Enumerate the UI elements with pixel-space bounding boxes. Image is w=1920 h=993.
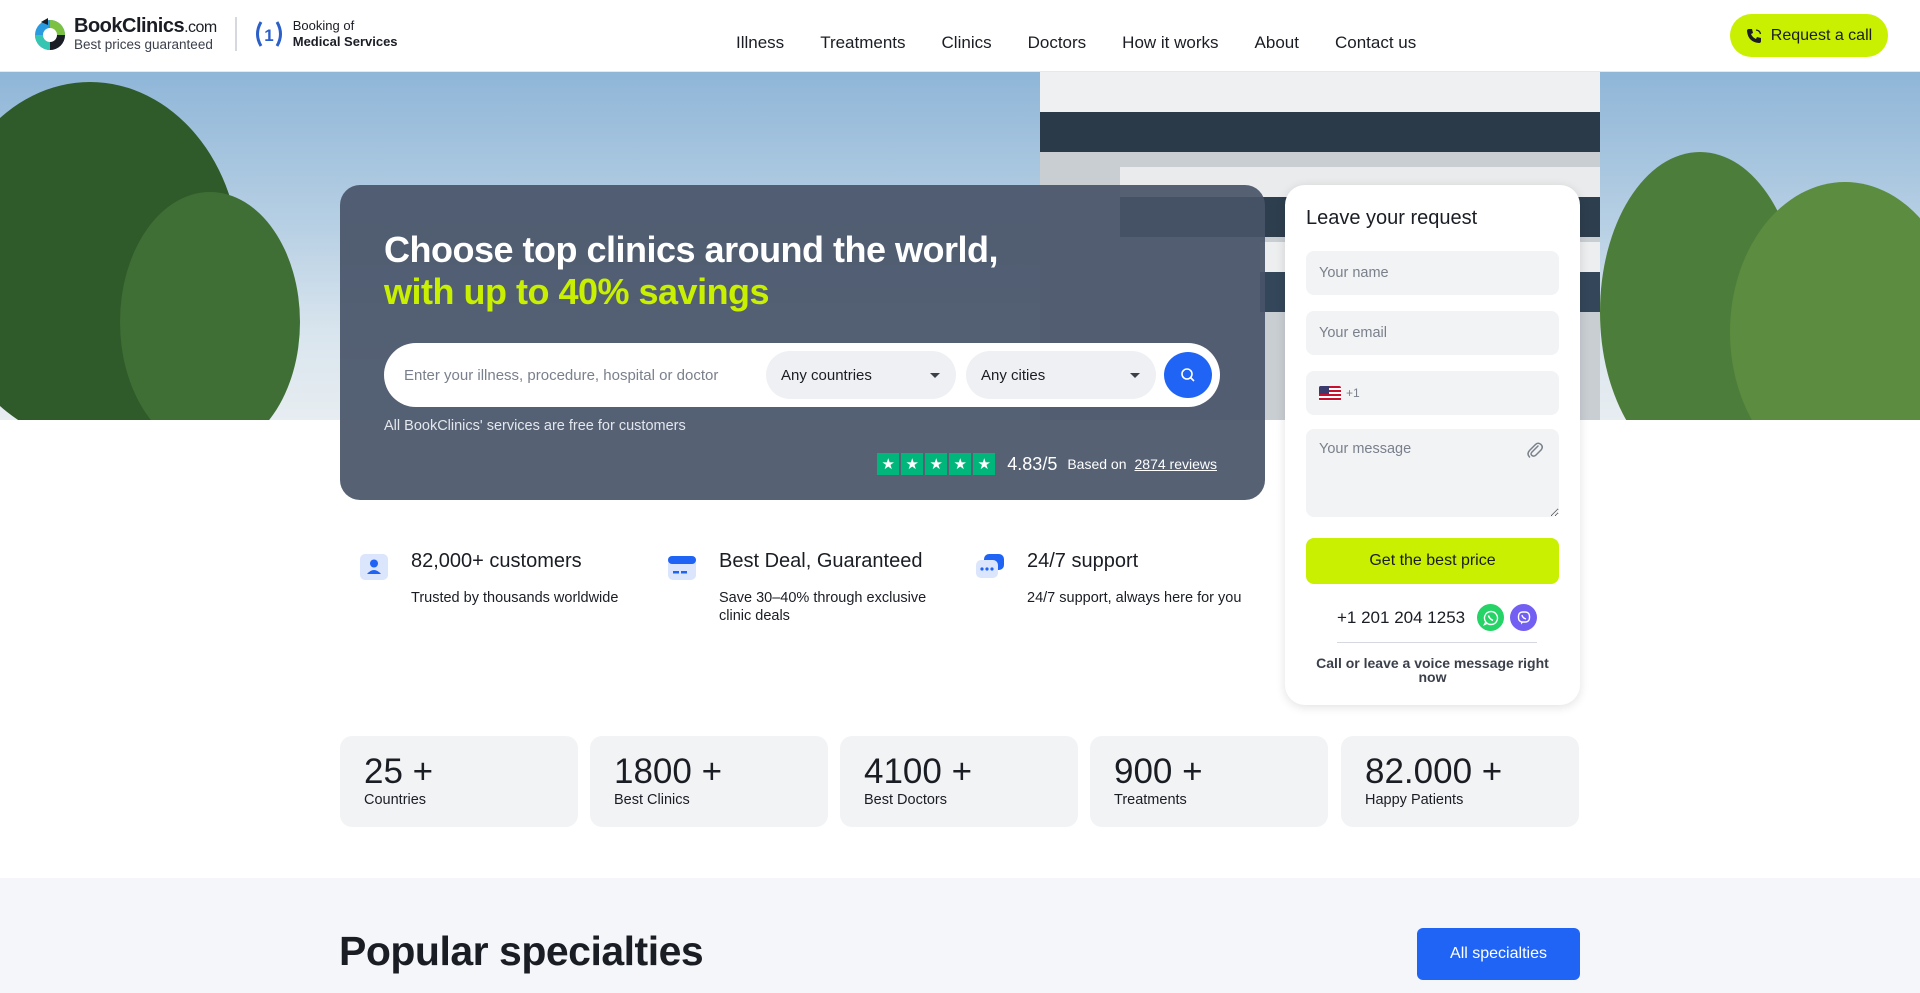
message-field[interactable] bbox=[1306, 429, 1559, 517]
feature-title: 82,000+ customers bbox=[411, 550, 582, 572]
star-icon: ★ bbox=[925, 453, 948, 475]
logo-divider bbox=[234, 17, 237, 51]
stat-label: Best Doctors bbox=[864, 792, 947, 808]
nav-illness[interactable]: Illness bbox=[736, 33, 784, 53]
reviews-link[interactable]: 2874 reviews bbox=[1135, 456, 1218, 472]
contact-phone-number[interactable]: +1 201 204 1253 bbox=[1337, 608, 1465, 628]
stat-label: Best Clinics bbox=[614, 792, 690, 808]
award-line2: Medical Services bbox=[292, 34, 398, 49]
nav-treatments[interactable]: Treatments bbox=[820, 33, 905, 53]
stat-value: 1800 + bbox=[614, 752, 723, 791]
feature-title: Best Deal, Guaranteed bbox=[719, 550, 923, 572]
stat-countries: 25 + Countries bbox=[340, 736, 578, 827]
viber-icon[interactable] bbox=[1510, 604, 1538, 631]
rating-value: 4.83/5 bbox=[1007, 453, 1058, 474]
chevron-down-icon bbox=[930, 373, 940, 378]
request-form: Leave your request +1 Get the best price… bbox=[1285, 185, 1580, 705]
feature-desc: Save 30–40% through exclusive clinic dea… bbox=[719, 590, 927, 624]
chevron-down-icon bbox=[1130, 373, 1140, 378]
whatsapp-icon[interactable] bbox=[1477, 604, 1505, 631]
stat-label: Countries bbox=[364, 792, 427, 808]
stat-value: 4100 + bbox=[864, 752, 973, 791]
city-select-value: Any cities bbox=[981, 366, 1046, 384]
rating-based-on: Based on bbox=[1067, 456, 1127, 472]
search-input[interactable] bbox=[404, 343, 764, 407]
search-bar: Any countries Any cities bbox=[384, 343, 1220, 407]
feature-desc: 24/7 support, always here for you bbox=[1027, 590, 1242, 606]
name-field[interactable] bbox=[1306, 251, 1559, 295]
email-field[interactable] bbox=[1306, 311, 1559, 355]
request-call-button[interactable]: Request a call bbox=[1730, 14, 1888, 57]
voice-message-note: Call or leave a voice message right now bbox=[1316, 655, 1549, 685]
trustpilot-rating: ★ ★ ★ ★ ★ 4.83/5 Based on 2874 reviews bbox=[877, 453, 1217, 475]
logo-tagline: Best prices guaranteed bbox=[74, 37, 213, 53]
award-line1: Booking of bbox=[292, 17, 355, 33]
city-select[interactable]: Any cities bbox=[966, 351, 1156, 399]
card-icon bbox=[668, 556, 696, 580]
get-best-price-button[interactable]: Get the best price bbox=[1306, 538, 1559, 584]
nav-doctors[interactable]: Doctors bbox=[1028, 33, 1087, 53]
form-divider bbox=[1337, 642, 1537, 643]
user-icon bbox=[360, 554, 388, 580]
star-icon: ★ bbox=[901, 453, 924, 475]
contact-phone-line: +1 201 204 1253 bbox=[1337, 604, 1543, 631]
rating-stars: ★ ★ ★ ★ ★ bbox=[877, 453, 997, 475]
site-header: BookClinics.com Best prices guaranteed 1… bbox=[0, 0, 1920, 72]
stat-label: Treatments bbox=[1114, 792, 1187, 808]
star-icon: ★ bbox=[877, 453, 900, 475]
paperclip-icon[interactable] bbox=[1525, 439, 1543, 459]
stat-patients: 82.000 + Happy Patients bbox=[1341, 736, 1579, 827]
country-select[interactable]: Any countries bbox=[766, 351, 956, 399]
all-specialties-button[interactable]: All specialties bbox=[1417, 928, 1580, 980]
phone-country-code: +1 bbox=[1346, 386, 1360, 400]
award-rank: 1 bbox=[264, 26, 273, 45]
main-nav: Illness Treatments Clinics Doctors How i… bbox=[736, 33, 1452, 53]
feature-desc: Trusted by thousands worldwide bbox=[411, 590, 619, 606]
logo[interactable]: BookClinics.com Best prices guaranteed 1… bbox=[32, 16, 398, 52]
nav-contact-us[interactable]: Contact us bbox=[1335, 33, 1416, 53]
search-button[interactable] bbox=[1164, 352, 1212, 398]
feature-title: 24/7 support bbox=[1027, 550, 1139, 572]
request-call-label: Request a call bbox=[1770, 26, 1873, 44]
star-icon: ★ bbox=[973, 453, 996, 475]
popular-specialties-section: Popular specialties All specialties bbox=[0, 878, 1920, 993]
chat-icon bbox=[976, 554, 1004, 578]
stat-value: 900 + bbox=[1114, 752, 1203, 791]
stat-value: 82.000 + bbox=[1365, 752, 1503, 791]
hero-title-line1: Choose top clinics around the world, bbox=[384, 229, 999, 270]
hero-title: Choose top clinics around the world, wit… bbox=[384, 229, 999, 313]
bookclinics-logo-icon bbox=[35, 18, 65, 50]
section-title: Popular specialties bbox=[339, 928, 704, 974]
nav-clinics[interactable]: Clinics bbox=[942, 33, 992, 53]
form-title: Leave your request bbox=[1306, 207, 1478, 229]
stat-doctors: 4100 + Best Doctors bbox=[840, 736, 1078, 827]
logo-name: BookClinics.com bbox=[74, 15, 217, 38]
nav-about[interactable]: About bbox=[1255, 33, 1299, 53]
phone-icon bbox=[1746, 28, 1761, 43]
stat-label: Happy Patients bbox=[1365, 792, 1464, 808]
nav-how-it-works[interactable]: How it works bbox=[1122, 33, 1218, 53]
hero-title-line2: with up to 40% savings bbox=[384, 271, 770, 312]
us-flag-icon[interactable] bbox=[1319, 385, 1341, 401]
free-services-note: All BookClinics' services are free for c… bbox=[384, 418, 686, 434]
stat-value: 25 + bbox=[364, 752, 434, 791]
phone-field[interactable]: +1 bbox=[1306, 371, 1559, 415]
stat-treatments: 900 + Treatments bbox=[1090, 736, 1328, 827]
laurel-award-icon: 1 bbox=[255, 21, 282, 47]
stat-clinics: 1800 + Best Clinics bbox=[590, 736, 828, 827]
country-select-value: Any countries bbox=[781, 366, 872, 384]
hero-search-card: Choose top clinics around the world, wit… bbox=[340, 185, 1265, 500]
search-icon bbox=[1181, 368, 1195, 382]
star-icon: ★ bbox=[949, 453, 972, 475]
award-badge: 1 Booking of Medical Services bbox=[251, 16, 398, 52]
